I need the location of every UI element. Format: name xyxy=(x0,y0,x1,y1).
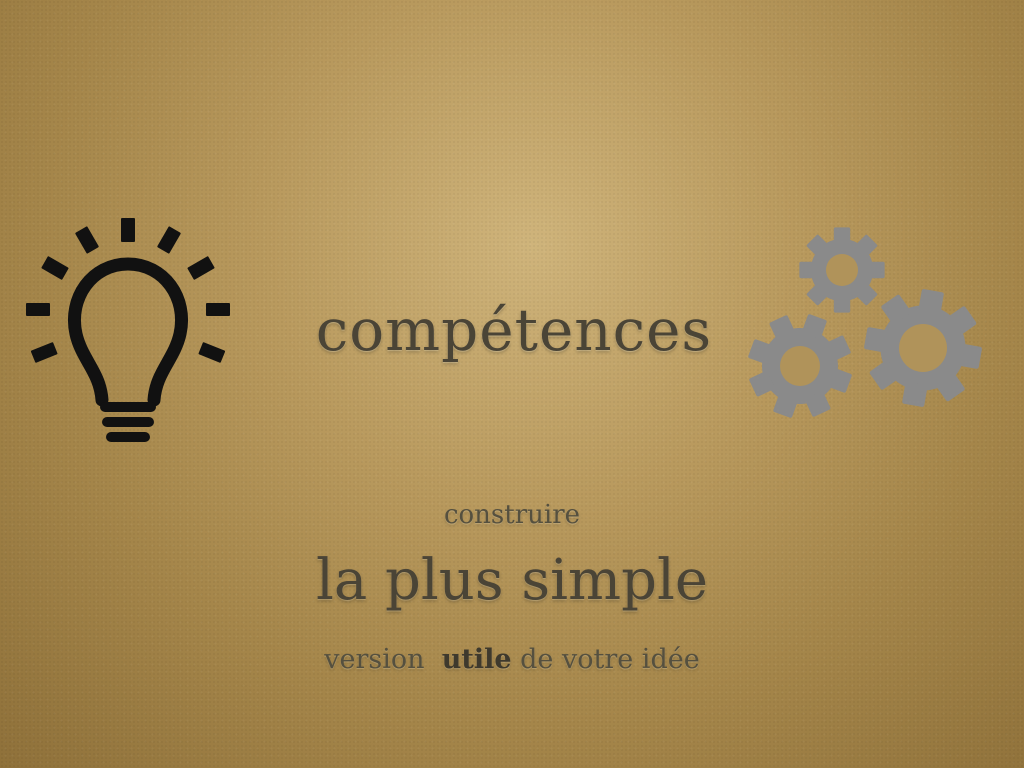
line3-emphasis: utile xyxy=(441,644,512,675)
line3-before: version xyxy=(324,644,425,675)
slide-title: compétences xyxy=(0,296,1024,364)
subtitle-line-2: la plus simple xyxy=(315,548,709,613)
subtitle-line-3: version utile de votre idée xyxy=(0,644,1024,675)
subtitle-line-1: construire xyxy=(443,500,581,530)
title-text: compétences xyxy=(315,296,713,364)
line3-after: de votre idée xyxy=(520,644,700,675)
